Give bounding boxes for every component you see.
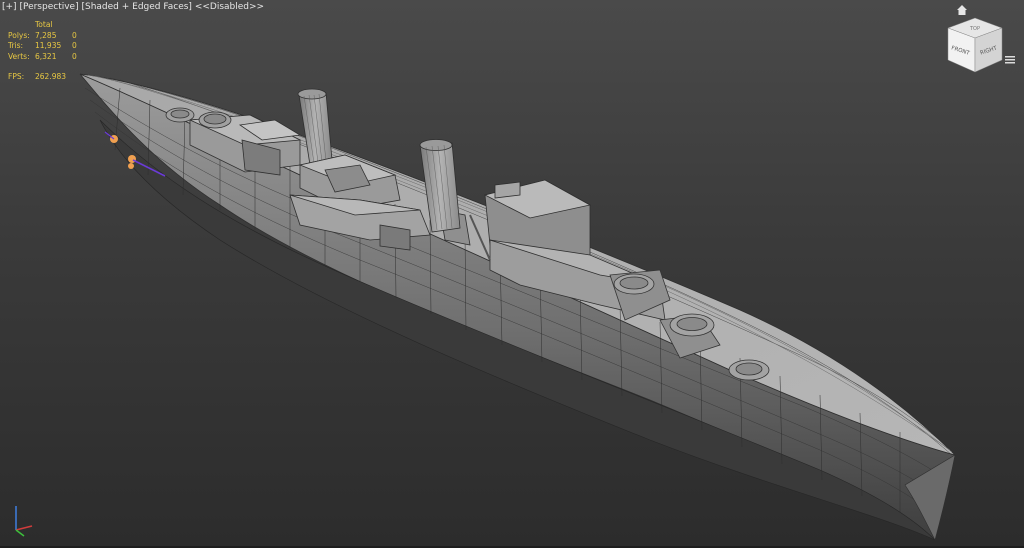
viewcube-icon[interactable]: TOP FRONT RIGHT — [944, 14, 1006, 76]
ship-model-viewport[interactable] — [0, 0, 1024, 548]
axis-tripod-icon — [15, 506, 33, 537]
viewcube-menu-icon[interactable] — [1005, 56, 1015, 64]
viewcube-top-label: TOP — [969, 26, 980, 32]
